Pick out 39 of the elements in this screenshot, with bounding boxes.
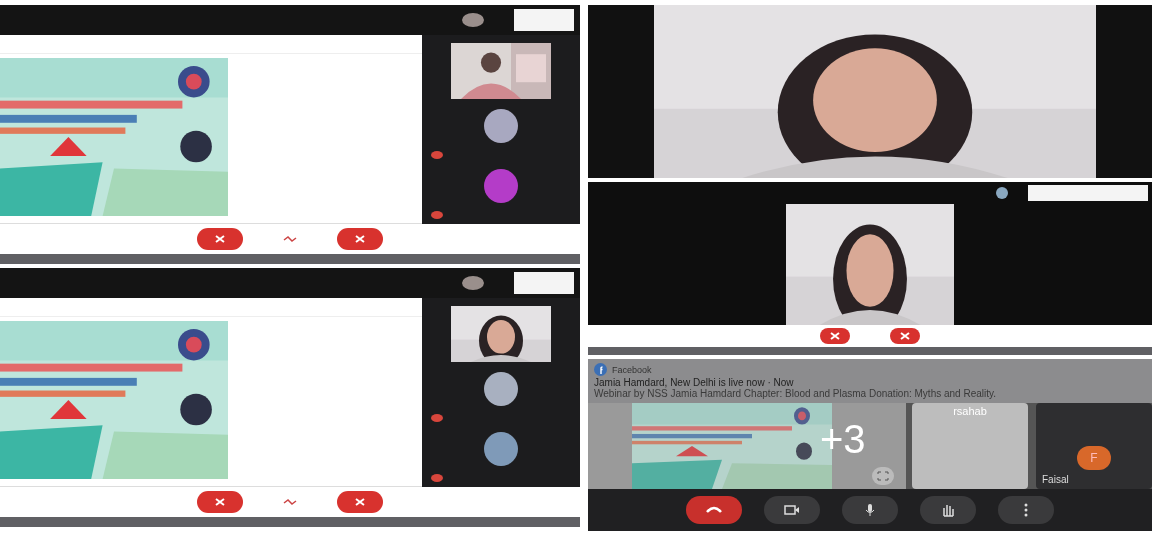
- swap-icon: [283, 499, 297, 505]
- camera-button[interactable]: [890, 328, 920, 344]
- notification-title: Jamia Hamdard, New Delhi is live now · Now: [594, 377, 795, 388]
- video-camera-icon: [784, 504, 800, 516]
- end-call-button[interactable]: [686, 496, 742, 524]
- avatar-icon: [462, 276, 484, 290]
- avatar-icon: [462, 13, 484, 27]
- participant-avatar: F: [1077, 446, 1111, 470]
- microphone-icon: [865, 503, 875, 517]
- hang-up-icon: [705, 506, 723, 514]
- overflow-count: +3: [820, 417, 866, 462]
- participant-name: rsahab: [953, 404, 987, 417]
- cross-icon: [353, 234, 367, 244]
- camera-button[interactable]: [764, 496, 820, 524]
- cross-icon: [898, 331, 912, 341]
- cross-icon: [353, 497, 367, 507]
- camera-button[interactable]: [337, 491, 383, 513]
- facebook-icon: [594, 363, 607, 376]
- mic-button[interactable]: [820, 328, 850, 344]
- more-button[interactable]: [998, 496, 1054, 524]
- raise-hand-button[interactable]: [920, 496, 976, 524]
- notification-text: Webinar by NSS Jamia Hamdard Chapter: Blood and Plasma Donation: Myths and Reality.: [594, 389, 998, 399]
- mic-off-icon: [431, 211, 443, 219]
- cross-icon: [828, 331, 842, 341]
- more-icon: [1024, 503, 1028, 517]
- camera-button[interactable]: [337, 228, 383, 250]
- mic-button[interactable]: [197, 491, 243, 513]
- cross-icon: [213, 234, 227, 244]
- mic-off-icon: [431, 474, 443, 482]
- mic-off-icon: [431, 414, 443, 422]
- cross-icon: [213, 497, 227, 507]
- swap-icon: [283, 236, 297, 242]
- avatar-icon: [996, 187, 1008, 199]
- hand-icon: [942, 503, 954, 517]
- mic-button[interactable]: [842, 496, 898, 524]
- mic-button[interactable]: [197, 228, 243, 250]
- app-name: Facebook: [612, 364, 652, 375]
- participant-name: Faisal: [1041, 474, 1069, 485]
- mic-off-icon: [431, 151, 443, 159]
